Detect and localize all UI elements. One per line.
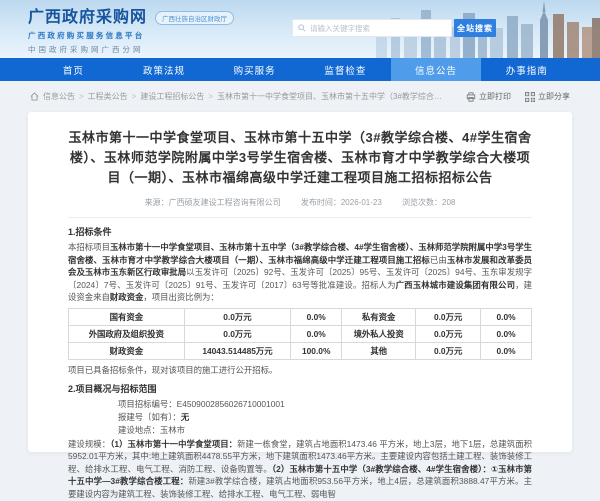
section2-heading: 2.项目概况与招标范围 (68, 382, 532, 395)
funding-table-cell: 财政资金 (69, 342, 185, 359)
printer-icon (466, 92, 476, 102)
breadcrumb: 信息公告 > 工程类公告 > 建设工程招标公告 > 玉林市第十一中学食堂项目、玉… (30, 91, 447, 102)
funding-table-cell: 境外私人投资 (342, 325, 416, 342)
funding-table-row: 国有资金0.0万元0.0%私有资金0.0万元0.0% (69, 308, 532, 325)
site-header: 广西政府采购网 广西壮族自治区财政厅 广西政府购买服务信息平台 中国政府采购网广… (0, 0, 600, 58)
section1-heading: 1.招标条件 (68, 225, 532, 238)
field-label: 建设地点： (118, 425, 160, 435)
search-input[interactable] (310, 24, 446, 33)
nav-item-purchase-service[interactable]: 购买服务 (209, 58, 300, 81)
article-publish-time: 发布时间：2026-01-23 (301, 198, 382, 207)
field-tender-number: 项目招标编号：E4509002856026710001001 (118, 398, 532, 411)
text-segment: （1）玉林市第十一中学食堂项目： (110, 439, 237, 449)
breadcrumb-separator: > (132, 92, 137, 101)
funding-table-cell: 0.0% (291, 308, 342, 325)
breadcrumb-item-engineering[interactable]: 工程类公告 (88, 91, 128, 102)
nav-item-home[interactable]: 首页 (28, 58, 119, 81)
field-value: 无 (181, 412, 189, 422)
funding-table-cell: 100.0% (291, 342, 342, 359)
text-segment: 本招标项目 (68, 242, 110, 252)
funding-table-row: 财政资金14043.514485万元100.0%其他0.0万元0.0% (69, 342, 532, 359)
text-segment: 财政资金 (110, 292, 144, 302)
page-tools: 立即打印 立即分享 (452, 91, 570, 102)
share-button[interactable]: 立即分享 (525, 91, 570, 102)
nav-item-guide[interactable]: 办事指南 (481, 58, 572, 81)
text-segment: （2）玉林市第十五中学（3#教学综合楼、4#学生宿舍楼）： (272, 464, 491, 474)
finance-dept-badge: 广西壮族自治区财政厅 (155, 11, 234, 25)
field-construction-record-number: 报建号〔如有〕：无 (118, 411, 532, 424)
title-divider (68, 217, 532, 218)
funding-table-cell: 0.0% (291, 325, 342, 342)
main-nav: 首页 政策法规 购买服务 监督检查 信息公告 办事指南 (0, 58, 600, 81)
nav-item-announcements[interactable]: 信息公告 (391, 58, 482, 81)
funding-table-cell: 14043.514485万元 (184, 342, 290, 359)
funding-table-cell: 0.0% (481, 308, 532, 325)
search-area: 全站搜索 (292, 19, 496, 37)
funding-table-cell: 国有资金 (69, 308, 185, 325)
site-logo[interactable]: 广西政府采购网 (28, 9, 147, 27)
nav-item-policy[interactable]: 政策法规 (119, 58, 210, 81)
search-box (292, 19, 452, 37)
article-meta: 来源：广西硕友建设工程咨询有限公司 发布时间：2026-01-23 浏览次数：2… (68, 197, 532, 208)
print-button[interactable]: 立即打印 (466, 91, 511, 102)
breadcrumb-separator: > (208, 92, 213, 101)
funding-table-cell: 0.0万元 (184, 325, 290, 342)
site-search-button[interactable]: 全站搜索 (454, 19, 496, 37)
funding-table-cell: 0.0万元 (416, 308, 481, 325)
article-card: 玉林市第十一中学食堂项目、玉林市第十五中学（3#教学综合楼、4#学生宿舍楼）、玉… (28, 112, 572, 452)
logo-subtitle-2: 中国政府采购网广西分网 (28, 44, 234, 55)
section1-paragraph: 本招标项目玉林市第十一中学食堂项目、玉林市第十五中学（3#教学综合楼、4#学生宿… (68, 241, 532, 304)
field-label: 项目招标编号： (118, 399, 177, 409)
print-label: 立即打印 (479, 91, 511, 102)
breadcrumb-item-announcements[interactable]: 信息公告 (43, 91, 75, 102)
breadcrumb-current-page: 玉林市第十一中学食堂项目、玉林市第十五中学（3#教学综合楼、4#学生宿舍楼）、玉… (217, 91, 447, 102)
text-segment: 建设规模： (68, 439, 110, 449)
funding-table-row: 外国政府及组织投资0.0万元0.0%境外私人投资0.0万元0.0% (69, 325, 532, 342)
article-source: 来源：广西硕友建设工程咨询有限公司 (145, 198, 281, 207)
text-segment: ，项目出资比例为： (143, 292, 218, 302)
qr-code-icon (525, 92, 535, 102)
search-icon (298, 24, 306, 32)
construction-scale-paragraph: 建设规模：（1）玉林市第十一中学食堂项目：新建一栋食堂，建筑占地面积1473.4… (68, 438, 532, 501)
logo-block: 广西政府采购网 广西壮族自治区财政厅 广西政府购买服务信息平台 中国政府采购网广… (28, 9, 234, 55)
field-construction-location: 建设地点：玉林市 (118, 424, 532, 437)
article-view-count: 浏览次数：208 (402, 198, 455, 207)
funding-table-cell: 0.0% (481, 342, 532, 359)
share-label: 立即分享 (538, 91, 570, 102)
funding-table-cell: 0.0万元 (184, 308, 290, 325)
funding-table-cell: 其他 (342, 342, 416, 359)
after-table-text: 项目已具备招标条件，现对该项目的施工进行公开招标。 (68, 364, 532, 377)
funding-table: 国有资金0.0万元0.0%私有资金0.0万元0.0%外国政府及组织投资0.0万元… (68, 308, 532, 360)
page-title: 玉林市第十一中学食堂项目、玉林市第十五中学（3#教学综合楼、4#学生宿舍楼）、玉… (68, 128, 532, 188)
funding-table-cell: 0.0万元 (416, 325, 481, 342)
funding-table-cell: 0.0% (481, 325, 532, 342)
field-value: E4509002856026710001001 (177, 399, 285, 409)
logo-subtitle-1: 广西政府购买服务信息平台 (28, 30, 234, 41)
text-segment: 广西玉林城市建设集团有限公司 (396, 280, 515, 290)
breadcrumb-row: 信息公告 > 工程类公告 > 建设工程招标公告 > 玉林市第十一中学食堂项目、玉… (0, 81, 600, 112)
funding-table-cell: 外国政府及组织投资 (69, 325, 185, 342)
text-segment: 已由 (430, 255, 447, 265)
funding-table-cell: 0.0万元 (416, 342, 481, 359)
breadcrumb-item-tender-notice[interactable]: 建设工程招标公告 (140, 91, 204, 102)
funding-table-cell: 私有资金 (342, 308, 416, 325)
funding-table-body: 国有资金0.0万元0.0%私有资金0.0万元0.0%外国政府及组织投资0.0万元… (69, 308, 532, 359)
home-icon[interactable] (30, 92, 39, 101)
nav-item-supervision[interactable]: 监督检查 (300, 58, 391, 81)
breadcrumb-separator: > (79, 92, 84, 101)
field-label: 报建号〔如有〕： (118, 412, 181, 422)
field-value: 玉林市 (160, 425, 185, 435)
